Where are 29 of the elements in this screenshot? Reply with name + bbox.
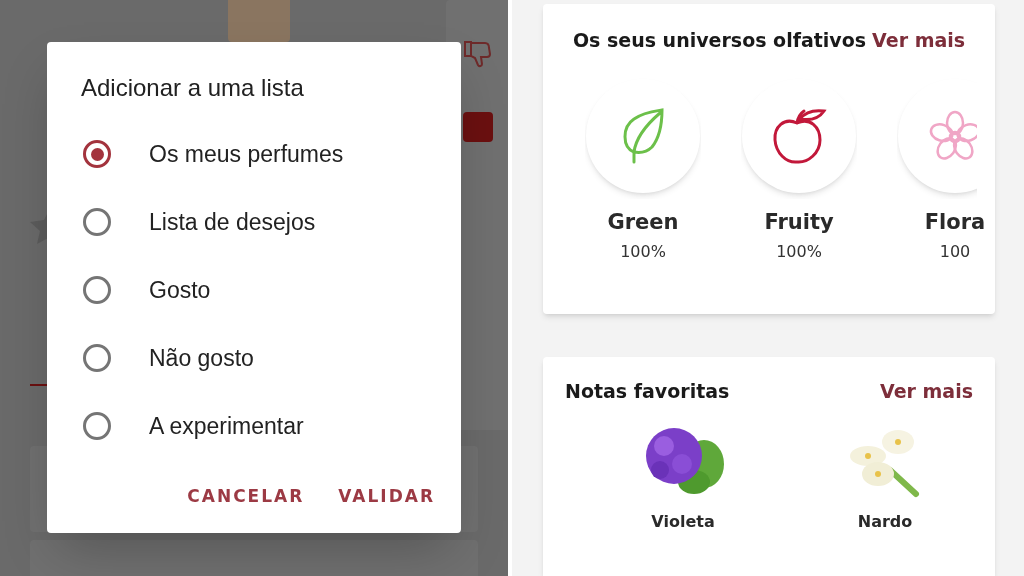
see-more-link[interactable]: Ver mais [880, 377, 973, 406]
universe-name: Flora [924, 208, 986, 236]
confirm-button[interactable]: VALIDAR [338, 483, 435, 509]
list-option[interactable]: A experimentar [47, 392, 461, 460]
card-title: Notas favoritas [565, 379, 730, 404]
flower-icon [928, 108, 977, 163]
list-option[interactable]: Gosto [47, 256, 461, 324]
thumbs-down-icon[interactable] [463, 40, 493, 68]
note-name: Violeta [651, 510, 715, 533]
list-option[interactable]: Não gosto [47, 324, 461, 392]
perfume-bottle-photo [228, 0, 290, 42]
dialog-title: Adicionar a uma lista [81, 73, 305, 103]
universe-name: Fruity [764, 208, 834, 236]
cancel-button[interactable]: CANCELAR [187, 483, 305, 509]
universe-name: Green [607, 208, 679, 236]
radio-button[interactable] [83, 276, 111, 304]
card-title: Os seus universos olfativos [572, 28, 867, 53]
see-more-link[interactable]: Ver mais [872, 26, 966, 55]
radio-button[interactable] [83, 344, 111, 372]
list-option[interactable]: Os meus perfumes [47, 120, 461, 188]
universe-share: 100% [776, 241, 822, 263]
radio-button[interactable] [83, 412, 111, 440]
radio-button[interactable] [83, 140, 111, 168]
universe-share: 100% [620, 241, 666, 263]
apple-icon [770, 106, 828, 165]
universe-share: 100 [939, 241, 971, 263]
radio-button[interactable] [83, 208, 111, 236]
list-option[interactable]: Lista de desejos [47, 188, 461, 256]
note-name: Nardo [857, 510, 913, 533]
